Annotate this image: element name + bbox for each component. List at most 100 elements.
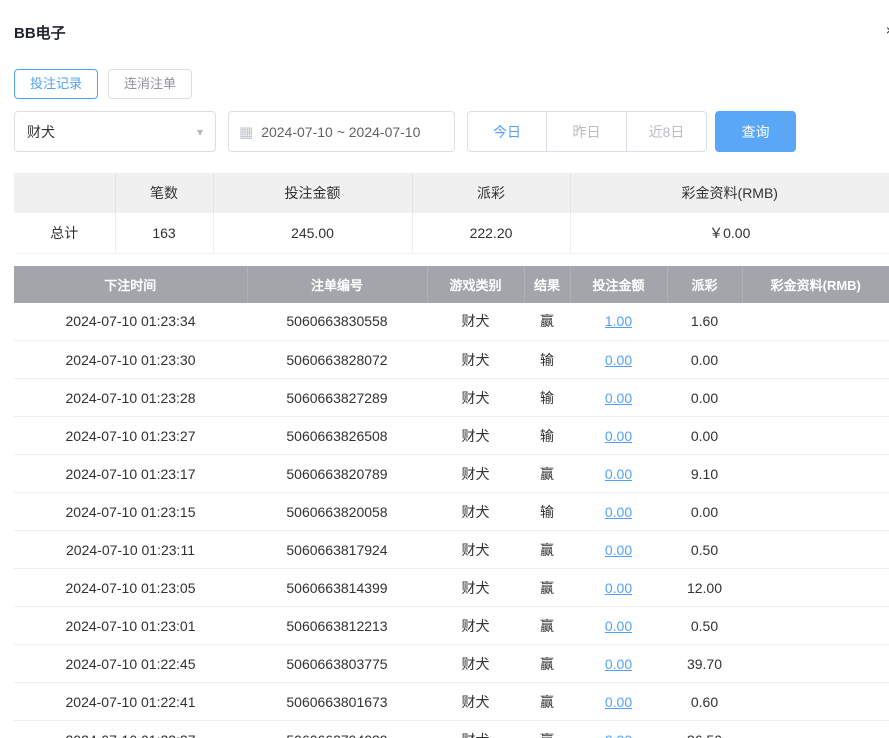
game-type-cell: 财犬 (427, 303, 524, 341)
result-cell: 赢 (524, 531, 570, 569)
bet-table: 下注时间 注单编号 游戏类别 结果 投注金额 派彩 彩金资料(RMB) 2024… (14, 266, 889, 738)
bet-amount-link[interactable]: 0.00 (605, 428, 632, 444)
game-type-cell: 财犬 (427, 493, 524, 531)
result-cell: 赢 (524, 455, 570, 493)
bet-amount-cell: 0.00 (570, 493, 667, 531)
filter-bar: 财犬 ▾ ▦ 2024-07-10 ~ 2024-07-10 今日 昨日 近8日… (14, 111, 889, 152)
bet-amount-link[interactable]: 1.00 (605, 313, 632, 329)
bet-amount-link[interactable]: 0.00 (605, 580, 632, 596)
table-row: 2024-07-10 01:23:05 5060663814399 财犬 赢 0… (14, 569, 889, 607)
table-row: 2024-07-10 01:23:30 5060663828072 财犬 输 0… (14, 341, 889, 379)
table-row: 2024-07-10 01:22:41 5060663801673 财犬 赢 0… (14, 683, 889, 721)
bet-amount-link[interactable]: 0.00 (605, 618, 632, 634)
range-button-today[interactable]: 今日 (467, 111, 547, 152)
result-cell: 赢 (524, 303, 570, 341)
payout-cell: 1.60 (667, 303, 742, 341)
bet-amount-link[interactable]: 0.00 (605, 390, 632, 406)
bet-amount-link[interactable]: 0.00 (605, 656, 632, 672)
game-type-cell: 财犬 (427, 721, 524, 738)
bet-time-cell: 2024-07-10 01:23:34 (14, 303, 247, 341)
bet-amount-link[interactable]: 0.00 (605, 504, 632, 520)
bonus-cell (742, 531, 889, 569)
page-title: BB电子 (14, 22, 66, 43)
game-select-value: 财犬 (27, 122, 55, 142)
summary-total-label: 总计 (14, 213, 115, 253)
payout-cell: 0.00 (667, 341, 742, 379)
table-row: 2024-07-10 01:22:45 5060663803775 财犬 赢 0… (14, 645, 889, 683)
order-id-cell: 5060663830558 (247, 303, 427, 341)
bet-amount-cell: 0.00 (570, 607, 667, 645)
summary-table: 笔数 投注金额 派彩 彩金资料(RMB) 总计 163 245.00 222.2… (14, 173, 889, 254)
table-row: 2024-07-10 01:23:34 5060663830558 财犬 赢 1… (14, 303, 889, 341)
summary-total-bet: 245.00 (213, 213, 412, 253)
payout-cell: 0.00 (667, 417, 742, 455)
bet-time-cell: 2024-07-10 01:22:41 (14, 683, 247, 721)
range-button-last8days[interactable]: 近8日 (627, 111, 707, 152)
order-id-cell: 5060663828072 (247, 341, 427, 379)
game-type-cell: 财犬 (427, 607, 524, 645)
col-order-id: 注单编号 (247, 266, 427, 303)
bet-amount-link[interactable]: 0.00 (605, 542, 632, 558)
table-row: 2024-07-10 01:23:11 5060663817924 财犬 赢 0… (14, 531, 889, 569)
game-type-cell: 财犬 (427, 683, 524, 721)
bonus-cell (742, 417, 889, 455)
bet-table-header-row: 下注时间 注单编号 游戏类别 结果 投注金额 派彩 彩金资料(RMB) (14, 266, 889, 303)
tab-bar: 投注记录 连消注单 (14, 69, 889, 99)
bet-amount-cell: 0.00 (570, 455, 667, 493)
col-payout: 派彩 (667, 266, 742, 303)
bonus-cell (742, 569, 889, 607)
summary-total-count: 163 (115, 213, 213, 253)
payout-cell: 36.50 (667, 721, 742, 738)
game-select[interactable]: 财犬 ▾ (14, 111, 216, 152)
table-row: 2024-07-10 01:23:01 5060663812213 财犬 赢 0… (14, 607, 889, 645)
summary-total-row: 总计 163 245.00 222.20 ￥0.00 (14, 213, 889, 253)
bonus-cell (742, 493, 889, 531)
order-id-cell: 5060663814399 (247, 569, 427, 607)
payout-cell: 0.50 (667, 607, 742, 645)
result-cell: 赢 (524, 683, 570, 721)
panel-header: BB电子 × (14, 0, 889, 43)
bet-time-cell: 2024-07-10 01:23:30 (14, 341, 247, 379)
quick-range-group: 今日 昨日 近8日 (467, 111, 707, 152)
date-range-value: 2024-07-10 ~ 2024-07-10 (261, 124, 420, 140)
game-type-cell: 财犬 (427, 379, 524, 417)
date-range-input[interactable]: ▦ 2024-07-10 ~ 2024-07-10 (228, 111, 455, 152)
game-type-cell: 财犬 (427, 531, 524, 569)
tab-bet-records[interactable]: 投注记录 (14, 69, 98, 99)
bonus-cell (742, 721, 889, 738)
bet-time-cell: 2024-07-10 01:23:05 (14, 569, 247, 607)
calendar-icon: ▦ (239, 123, 253, 141)
bet-table-body: 2024-07-10 01:23:34 5060663830558 财犬 赢 1… (14, 303, 889, 738)
order-id-cell: 5060663812213 (247, 607, 427, 645)
bet-amount-link[interactable]: 0.00 (605, 732, 632, 738)
query-button[interactable]: 查询 (715, 111, 796, 152)
bet-amount-cell: 0.00 (570, 341, 667, 379)
bet-amount-cell: 0.00 (570, 379, 667, 417)
col-result: 结果 (524, 266, 570, 303)
bet-records-panel: BB电子 × 投注记录 连消注单 财犬 ▾ ▦ 2024-07-10 ~ 202… (0, 0, 889, 738)
order-id-cell: 5060663820789 (247, 455, 427, 493)
game-type-cell: 财犬 (427, 569, 524, 607)
bet-amount-link[interactable]: 0.00 (605, 694, 632, 710)
result-cell: 输 (524, 379, 570, 417)
tab-canceled-orders[interactable]: 连消注单 (108, 69, 192, 99)
bet-amount-link[interactable]: 0.00 (605, 352, 632, 368)
order-id-cell: 5060663827289 (247, 379, 427, 417)
bonus-cell (742, 379, 889, 417)
bet-time-cell: 2024-07-10 01:23:27 (14, 417, 247, 455)
bet-time-cell: 2024-07-10 01:23:28 (14, 379, 247, 417)
range-button-yesterday[interactable]: 昨日 (547, 111, 627, 152)
col-bet-amount: 投注金额 (570, 266, 667, 303)
bet-time-cell: 2024-07-10 01:23:01 (14, 607, 247, 645)
bonus-cell (742, 645, 889, 683)
payout-cell: 0.60 (667, 683, 742, 721)
summary-col-payout: 派彩 (412, 173, 570, 213)
game-type-cell: 财犬 (427, 417, 524, 455)
bet-time-cell: 2024-07-10 01:23:15 (14, 493, 247, 531)
game-type-cell: 财犬 (427, 341, 524, 379)
table-row: 2024-07-10 01:23:17 5060663820789 财犬 赢 0… (14, 455, 889, 493)
table-row: 2024-07-10 01:22:27 5060663794029 财犬 赢 0… (14, 721, 889, 738)
bonus-cell (742, 303, 889, 341)
bet-amount-link[interactable]: 0.00 (605, 466, 632, 482)
bet-time-cell: 2024-07-10 01:23:17 (14, 455, 247, 493)
